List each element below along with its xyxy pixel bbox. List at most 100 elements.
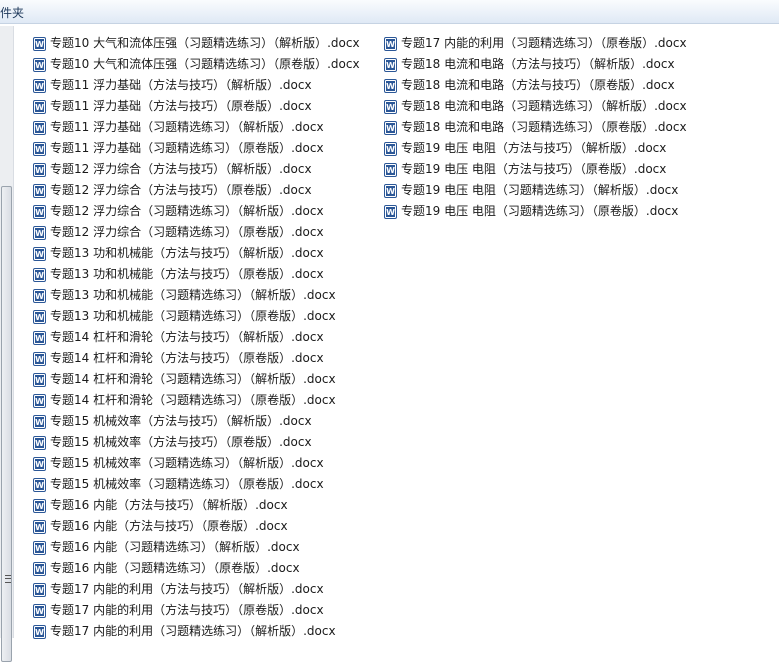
- file-item[interactable]: W 专题11 浮力基础（习题精选练习）（原卷版）.docx: [33, 138, 360, 159]
- file-item[interactable]: W 专题16 内能（方法与技巧）（原卷版）.docx: [33, 516, 360, 537]
- svg-text:W: W: [35, 607, 44, 616]
- file-item[interactable]: W 专题18 电流和电路（习题精选练习）（原卷版）.docx: [384, 117, 687, 138]
- file-item[interactable]: W 专题11 浮力基础（习题精选练习）（解析版）.docx: [33, 117, 360, 138]
- file-column-1: W 专题10 大气和流体压强（习题精选练习）（解析版）.docx W 专题10 …: [33, 33, 360, 642]
- word-doc-icon: W: [384, 36, 397, 51]
- file-item[interactable]: W 专题17 内能的利用（习题精选练习）（解析版）.docx: [33, 621, 360, 642]
- file-name: 专题19 电压 电阻（习题精选练习）（原卷版）.docx: [401, 204, 679, 218]
- svg-text:W: W: [35, 418, 44, 427]
- file-item[interactable]: W 专题18 电流和电路（方法与技巧）（原卷版）.docx: [384, 75, 687, 96]
- word-doc-icon: W: [33, 309, 46, 324]
- svg-text:W: W: [35, 82, 44, 91]
- file-name: 专题12 浮力综合（方法与技巧）（原卷版）.docx: [50, 183, 312, 197]
- svg-text:W: W: [35, 187, 44, 196]
- file-name: 专题13 功和机械能（方法与技巧）（原卷版）.docx: [50, 267, 324, 281]
- svg-text:W: W: [35, 523, 44, 532]
- svg-text:W: W: [35, 250, 44, 259]
- svg-text:W: W: [35, 166, 44, 175]
- word-doc-icon: W: [384, 204, 397, 219]
- file-item[interactable]: W 专题14 杠杆和滑轮（方法与技巧）（解析版）.docx: [33, 327, 360, 348]
- word-doc-icon: W: [33, 498, 46, 513]
- file-name: 专题18 电流和电路（习题精选练习）（原卷版）.docx: [401, 120, 687, 134]
- word-doc-icon: W: [33, 267, 46, 282]
- file-item[interactable]: W 专题16 内能（方法与技巧）（解析版）.docx: [33, 495, 360, 516]
- word-doc-icon: W: [33, 204, 46, 219]
- word-doc-icon: W: [33, 141, 46, 156]
- file-item[interactable]: W 专题13 功和机械能（习题精选练习）（解析版）.docx: [33, 285, 360, 306]
- file-item[interactable]: W 专题14 杠杆和滑轮（习题精选练习）（原卷版）.docx: [33, 390, 360, 411]
- file-item[interactable]: W 专题17 内能的利用（习题精选练习）（原卷版）.docx: [384, 33, 687, 54]
- file-item[interactable]: W 专题19 电压 电阻（习题精选练习）（解析版）.docx: [384, 180, 687, 201]
- svg-text:W: W: [35, 61, 44, 70]
- file-item[interactable]: W 专题18 电流和电路（方法与技巧）（解析版）.docx: [384, 54, 687, 75]
- file-item[interactable]: W 专题16 内能（习题精选练习）（原卷版）.docx: [33, 558, 360, 579]
- svg-text:W: W: [35, 586, 44, 595]
- file-item[interactable]: W 专题19 电压 电阻（方法与技巧）（原卷版）.docx: [384, 159, 687, 180]
- file-name: 专题11 浮力基础（习题精选练习）（解析版）.docx: [50, 120, 324, 134]
- file-item[interactable]: W 专题10 大气和流体压强（习题精选练习）（解析版）.docx: [33, 33, 360, 54]
- svg-text:W: W: [35, 124, 44, 133]
- vertical-scrollbar[interactable]: [0, 26, 14, 662]
- file-item[interactable]: W 专题13 功和机械能（方法与技巧）（原卷版）.docx: [33, 264, 360, 285]
- svg-text:W: W: [35, 628, 44, 637]
- file-name: 专题11 浮力基础（习题精选练习）（原卷版）.docx: [50, 141, 324, 155]
- word-doc-icon: W: [33, 456, 46, 471]
- file-item[interactable]: W 专题14 杠杆和滑轮（习题精选练习）（解析版）.docx: [33, 369, 360, 390]
- word-doc-icon: W: [33, 162, 46, 177]
- word-doc-icon: W: [33, 225, 46, 240]
- file-name: 专题10 大气和流体压强（习题精选练习）（解析版）.docx: [50, 36, 360, 50]
- word-doc-icon: W: [33, 624, 46, 639]
- svg-text:W: W: [35, 502, 44, 511]
- svg-text:W: W: [35, 544, 44, 553]
- word-doc-icon: W: [33, 435, 46, 450]
- file-name: 专题17 内能的利用（习题精选练习）（解析版）.docx: [50, 624, 336, 638]
- svg-text:W: W: [35, 271, 44, 280]
- file-name: 专题14 杠杆和滑轮（习题精选练习）（原卷版）.docx: [50, 393, 336, 407]
- file-name: 专题16 内能（方法与技巧）（解析版）.docx: [50, 498, 288, 512]
- file-item[interactable]: W 专题17 内能的利用（方法与技巧）（原卷版）.docx: [33, 600, 360, 621]
- file-name: 专题17 内能的利用（方法与技巧）（原卷版）.docx: [50, 603, 324, 617]
- file-item[interactable]: W 专题12 浮力综合（习题精选练习）（解析版）.docx: [33, 201, 360, 222]
- svg-text:W: W: [35, 355, 44, 364]
- svg-text:W: W: [386, 103, 395, 112]
- word-doc-icon: W: [33, 603, 46, 618]
- file-item[interactable]: W 专题12 浮力综合（习题精选练习）（原卷版）.docx: [33, 222, 360, 243]
- svg-text:W: W: [35, 376, 44, 385]
- file-name: 专题14 杠杆和滑轮（习题精选练习）（解析版）.docx: [50, 372, 336, 386]
- file-item[interactable]: W 专题15 机械效率（方法与技巧）（原卷版）.docx: [33, 432, 360, 453]
- svg-text:W: W: [386, 187, 395, 196]
- file-item[interactable]: W 专题17 内能的利用（方法与技巧）（解析版）.docx: [33, 579, 360, 600]
- word-doc-icon: W: [33, 288, 46, 303]
- file-item[interactable]: W 专题16 内能（习题精选练习）（解析版）.docx: [33, 537, 360, 558]
- word-doc-icon: W: [33, 120, 46, 135]
- file-item[interactable]: W 专题14 杠杆和滑轮（方法与技巧）（原卷版）.docx: [33, 348, 360, 369]
- file-item[interactable]: W 专题13 功和机械能（方法与技巧）（解析版）.docx: [33, 243, 360, 264]
- file-name: 专题12 浮力综合（习题精选练习）（原卷版）.docx: [50, 225, 324, 239]
- file-item[interactable]: W 专题11 浮力基础（方法与技巧）（解析版）.docx: [33, 75, 360, 96]
- svg-text:W: W: [35, 229, 44, 238]
- svg-text:W: W: [35, 460, 44, 469]
- file-item[interactable]: W 专题18 电流和电路（习题精选练习）（解析版）.docx: [384, 96, 687, 117]
- file-name: 专题18 电流和电路（方法与技巧）（原卷版）.docx: [401, 78, 675, 92]
- file-item[interactable]: W 专题19 电压 电阻（习题精选练习）（原卷版）.docx: [384, 201, 687, 222]
- file-item[interactable]: W 专题13 功和机械能（习题精选练习）（原卷版）.docx: [33, 306, 360, 327]
- file-name: 专题15 机械效率（方法与技巧）（原卷版）.docx: [50, 435, 312, 449]
- file-item[interactable]: W 专题10 大气和流体压强（习题精选练习）（原卷版）.docx: [33, 54, 360, 75]
- scrollbar-thumb[interactable]: [1, 186, 12, 662]
- word-doc-icon: W: [33, 183, 46, 198]
- word-doc-icon: W: [384, 78, 397, 93]
- word-doc-icon: W: [384, 141, 397, 156]
- file-item[interactable]: W 专题11 浮力基础（方法与技巧）（原卷版）.docx: [33, 96, 360, 117]
- file-item[interactable]: W 专题15 机械效率（习题精选练习）（解析版）.docx: [33, 453, 360, 474]
- file-item[interactable]: W 专题12 浮力综合（方法与技巧）（解析版）.docx: [33, 159, 360, 180]
- file-name: 专题13 功和机械能（习题精选练习）（解析版）.docx: [50, 288, 336, 302]
- word-doc-icon: W: [384, 162, 397, 177]
- file-name: 专题12 浮力综合（习题精选练习）（解析版）.docx: [50, 204, 324, 218]
- file-item[interactable]: W 专题19 电压 电阻（方法与技巧）（解析版）.docx: [384, 138, 687, 159]
- word-doc-icon: W: [33, 99, 46, 114]
- file-item[interactable]: W 专题15 机械效率（方法与技巧）（解析版）.docx: [33, 411, 360, 432]
- file-name: 专题12 浮力综合（方法与技巧）（解析版）.docx: [50, 162, 312, 176]
- file-item[interactable]: W 专题15 机械效率（习题精选练习）（原卷版）.docx: [33, 474, 360, 495]
- word-doc-icon: W: [384, 57, 397, 72]
- file-item[interactable]: W 专题12 浮力综合（方法与技巧）（原卷版）.docx: [33, 180, 360, 201]
